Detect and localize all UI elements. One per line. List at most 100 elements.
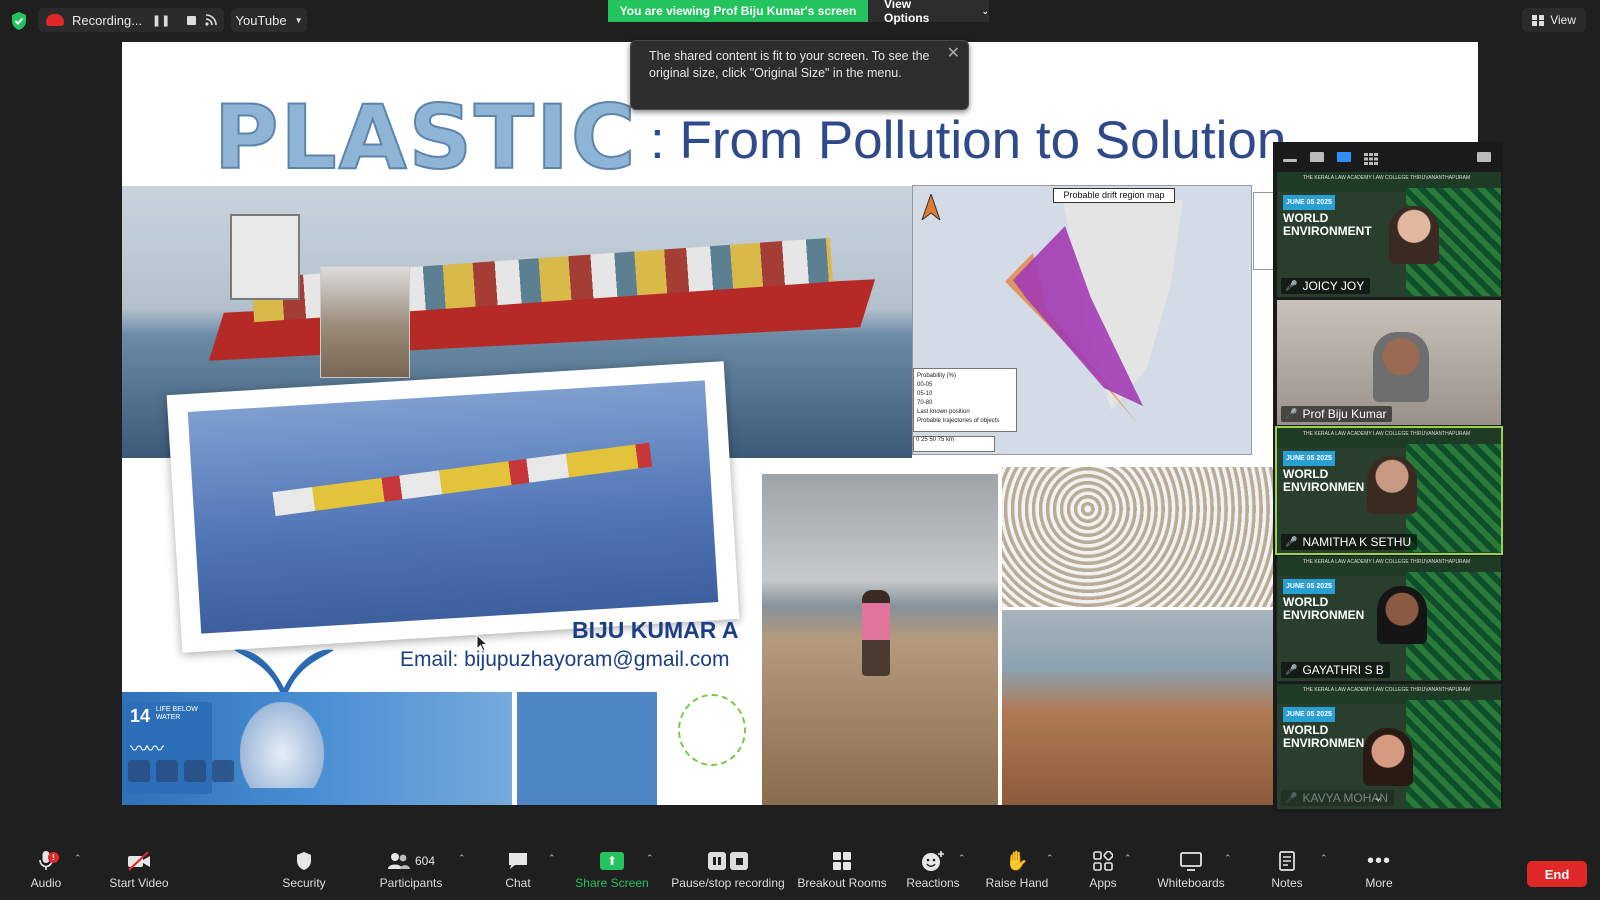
audio-alert-badge: ! <box>48 852 59 863</box>
whiteboard-icon <box>1180 847 1202 875</box>
participant-tile[interactable]: THE KERALA LAW ACADEMY LAW COLLEGE THIRU… <box>1277 172 1501 297</box>
chat-button[interactable]: Chat <box>496 847 540 900</box>
participant-video <box>1373 332 1429 402</box>
share-screen-arrow-icon: ⬆ <box>600 852 624 870</box>
globe-icon <box>678 694 746 766</box>
participants-count: 604 <box>414 854 436 868</box>
breakout-rooms-icon <box>832 847 852 875</box>
mouse-cursor-icon <box>476 634 488 652</box>
grid-view-icon <box>1532 14 1545 26</box>
presenter-email: Email: bijupuzhayoram@gmail.com <box>400 648 730 671</box>
scroll-down-chevron-icon[interactable]: ⌄ <box>1373 790 1383 804</box>
cloud-recording-icon <box>46 14 64 26</box>
participant-video <box>1363 728 1413 786</box>
gallery-grid-icon[interactable] <box>1364 152 1378 165</box>
ellipsis-icon: ••• <box>1366 849 1391 872</box>
stream-target-dropdown[interactable]: YouTube ▼ <box>231 8 307 32</box>
slide-subtitle: : From Pollution to Solution <box>650 111 1287 170</box>
view-options-label: View Options <box>884 0 930 25</box>
security-button[interactable]: Security <box>276 847 332 900</box>
stream-target-label: YouTube <box>235 12 287 28</box>
chat-bubble-icon <box>507 847 529 875</box>
top-bar: Recording... ❚❚ YouTube ▼ You are viewin… <box>0 0 1600 40</box>
fit-to-screen-tooltip: The shared content is fit to your screen… <box>630 40 969 110</box>
notes-icon <box>1278 847 1296 875</box>
smiley-plus-icon <box>921 847 945 875</box>
viewing-banner: You are viewing Prof Biju Kumar's screen <box>608 0 868 22</box>
map-scale: 0 25 50 75 km <box>913 436 995 452</box>
plastic-bag-illustration <box>240 702 324 788</box>
participants-button[interactable]: 604 Participants <box>376 847 446 900</box>
chat-options-caret[interactable]: ⌃ <box>548 853 556 864</box>
map-legend: Probability (%) 00-05 05-10 70-80 Last k… <box>913 368 1017 432</box>
minimize-icon[interactable] <box>1283 158 1297 162</box>
whiteboards-options-caret[interactable]: ⌃ <box>1224 853 1232 864</box>
close-icon[interactable]: ✕ <box>947 45 960 62</box>
pause-icon <box>708 852 726 870</box>
reactions-button[interactable]: Reactions <box>906 847 960 900</box>
breakout-rooms-button[interactable]: Breakout Rooms <box>797 847 887 900</box>
tooltip-text: The shared content is fit to your screen… <box>649 49 930 80</box>
mic-muted-icon: 🎤 <box>1285 280 1298 292</box>
sea-life-illustration <box>517 692 657 805</box>
audio-button[interactable]: Audio <box>26 847 66 900</box>
slide-menu-button[interactable] <box>184 760 206 782</box>
pause-stop-recording-button[interactable]: Pause/stop recording <box>668 847 788 900</box>
participant-tile[interactable]: THE KERALA LAW ACADEMY LAW COLLEGE THIRU… <box>1277 684 1501 809</box>
participant-name-label: 🎤 NAMITHA K SETHU <box>1281 534 1418 550</box>
pause-recording-button[interactable]: ❚❚ <box>150 9 172 31</box>
shield-icon <box>295 847 313 875</box>
next-slide-button[interactable] <box>212 760 234 782</box>
gallery-toolbar <box>1273 142 1503 172</box>
mic-muted-icon: 🎤 <box>1285 536 1298 548</box>
participant-video <box>1367 456 1417 514</box>
chevron-down-icon: ⌄ <box>981 5 989 16</box>
mic-muted-icon: 🎤 <box>1285 664 1298 676</box>
raise-hand-button[interactable]: ✋ Raise Hand <box>984 847 1050 900</box>
view-label: View <box>1550 13 1576 27</box>
participant-tile-active-speaker[interactable]: THE KERALA LAW ACADEMY LAW COLLEGE THIRU… <box>1275 426 1503 555</box>
whiteboards-button[interactable]: Whiteboards <box>1156 847 1226 900</box>
pen-tool-button[interactable] <box>156 760 178 782</box>
end-meeting-button[interactable]: End <box>1527 861 1587 887</box>
live-stream-icon[interactable] <box>198 8 224 32</box>
participant-name-label: 🎤 Prof Biju Kumar <box>1281 406 1393 422</box>
participant-video <box>1389 206 1439 264</box>
mic-muted-icon: 🎤 <box>1285 792 1298 804</box>
participant-tile[interactable]: 🎤 Prof Biju Kumar <box>1277 300 1501 425</box>
notes-options-caret[interactable]: ⌃ <box>1320 853 1328 864</box>
strip-view-icon[interactable] <box>1337 152 1351 162</box>
north-arrow-icon <box>921 194 941 220</box>
more-button[interactable]: ••• More <box>1362 847 1396 900</box>
reactions-options-caret[interactable]: ⌃ <box>958 853 966 864</box>
slide-nav-controls[interactable] <box>128 760 234 782</box>
speaker-view-icon[interactable] <box>1310 152 1324 162</box>
dropdown-caret-icon: ▼ <box>294 15 303 25</box>
participant-name-label: 🎤 JOICY JOY <box>1281 278 1371 294</box>
audio-options-caret[interactable]: ⌃ <box>74 853 82 864</box>
security-shield-icon[interactable] <box>10 11 28 31</box>
view-button[interactable]: View <box>1522 8 1586 32</box>
beach-debris-photo <box>320 266 410 378</box>
apps-icon <box>1093 847 1113 875</box>
participants-options-caret[interactable]: ⌃ <box>458 853 466 864</box>
recording-label: Recording... <box>72 12 143 28</box>
drift-region-map: Probable drift region map Probability (%… <box>912 185 1252 455</box>
share-options-caret[interactable]: ⌃ <box>646 853 654 864</box>
start-video-button[interactable]: Start Video <box>104 847 174 900</box>
slide-title-word: PLASTIC <box>213 86 638 189</box>
participant-tile[interactable]: THE KERALA LAW ACADEMY LAW COLLEGE THIRU… <box>1277 556 1501 681</box>
notes-button[interactable]: Notes <box>1268 847 1306 900</box>
view-options-button[interactable]: View Options ⌄ <box>868 0 989 25</box>
mic-icon: 🎤 <box>1285 408 1298 420</box>
prev-slide-button[interactable] <box>128 760 150 782</box>
stop-icon <box>730 852 748 870</box>
map-title: Probable drift region map <box>1053 188 1175 203</box>
raise-hand-options-caret[interactable]: ⌃ <box>1046 853 1054 864</box>
beach-cleanup-photo <box>1002 610 1288 805</box>
participant-gallery: THE KERALA LAW ACADEMY LAW COLLEGE THIRU… <box>1273 142 1503 812</box>
share-screen-button[interactable]: ⬆ Share Screen <box>574 847 650 900</box>
pop-out-icon[interactable] <box>1477 152 1491 162</box>
apps-options-caret[interactable]: ⌃ <box>1124 853 1132 864</box>
apps-button[interactable]: Apps <box>1086 847 1120 900</box>
